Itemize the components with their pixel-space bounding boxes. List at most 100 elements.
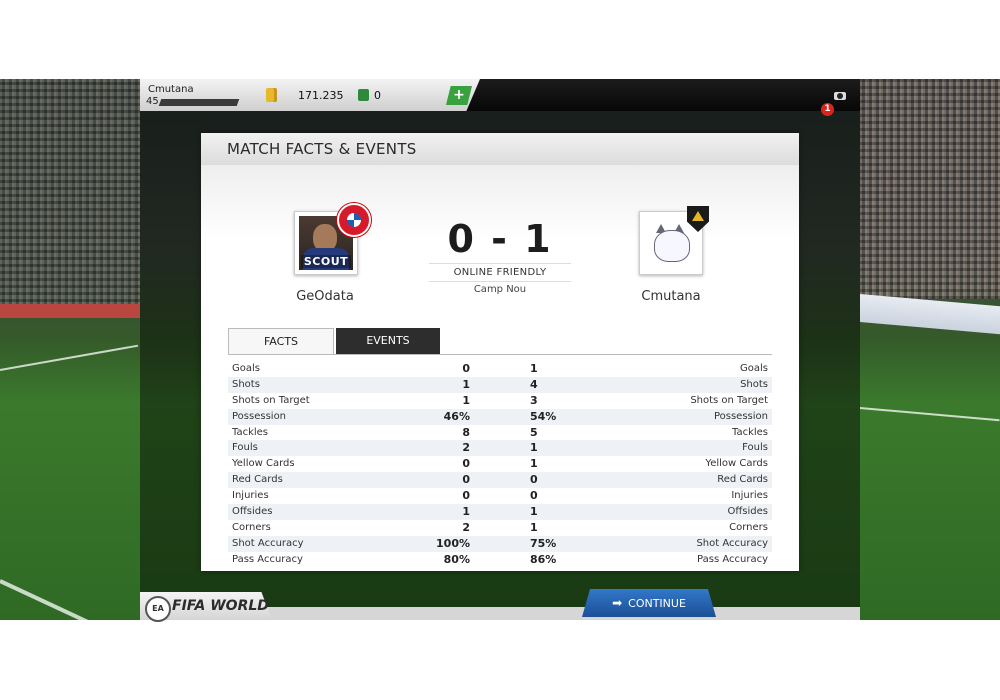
stat-row: Offsides 1 1 Offsides	[228, 504, 772, 520]
points-icon	[358, 89, 369, 101]
stat-label-away: Fouls	[742, 442, 768, 454]
stat-label-away: Shot Accuracy	[696, 537, 768, 549]
stat-label-away: Corners	[729, 521, 768, 533]
stat-value-away: 5	[530, 425, 538, 439]
coins-icon	[266, 88, 277, 102]
stat-label-home: Injuries	[232, 490, 269, 502]
stat-label-away: Offsides	[727, 506, 768, 518]
stat-value-home: 1	[462, 393, 470, 407]
continue-label: CONTINUE	[628, 597, 686, 610]
stat-value-away: 0	[530, 489, 538, 503]
stat-label-home: Yellow Cards	[232, 458, 295, 470]
points-balance: 0	[374, 89, 381, 102]
stat-label-home: Offsides	[232, 506, 273, 518]
stat-value-home: 8	[462, 425, 470, 439]
stat-row: Corners 2 1 Corners	[228, 520, 772, 536]
stat-row: Goals 0 1 Goals	[228, 361, 772, 377]
stat-label-away: Yellow Cards	[705, 458, 768, 470]
stat-value-home: 80%	[443, 552, 470, 566]
tab-facts[interactable]: FACTS	[228, 328, 334, 355]
notification-badge[interactable]: 1	[821, 103, 834, 116]
user-name: Cmutana	[148, 84, 194, 95]
ad-board-right	[860, 294, 1000, 335]
stat-value-home: 2	[462, 441, 470, 455]
pitch-line-corner	[0, 579, 128, 620]
tab-divider	[228, 354, 772, 355]
stat-label-home: Shots on Target	[232, 394, 310, 406]
stat-label-away: Goals	[740, 363, 768, 374]
stat-label-home: Shots	[232, 378, 260, 390]
coins-balance: 171.235	[298, 89, 344, 102]
stat-label-home: Goals	[232, 363, 260, 374]
stat-row: Red Cards 0 0 Red Cards	[228, 472, 772, 489]
stat-row: Possession 46% 54% Possession	[228, 408, 772, 425]
stat-value-away: 4	[530, 377, 538, 391]
stat-row: Fouls 2 1 Fouls	[228, 440, 772, 457]
stat-label-home: Red Cards	[232, 474, 283, 486]
match-type: ONLINE FRIENDLY	[429, 263, 571, 282]
stat-label-away: Red Cards	[717, 474, 768, 486]
scout-label: SCOUT	[301, 255, 351, 268]
match-facts-panel: MATCH FACTS & EVENTS SCOUT GeOdata 0 - 1…	[201, 133, 799, 571]
stat-label-away: Possession	[713, 410, 768, 422]
stat-value-home: 1	[462, 505, 470, 519]
stat-label-home: Tackles	[232, 426, 269, 438]
home-club-crest-icon	[337, 203, 371, 237]
pitch-line-left	[0, 344, 139, 371]
stat-value-away: 3	[530, 393, 538, 407]
stat-value-away: 1	[530, 505, 538, 519]
crowd-right-shade	[860, 79, 1000, 299]
stat-row: Shots on Target 1 3 Shots on Target	[228, 393, 772, 409]
stat-row: Shot Accuracy 100% 75% Shot Accuracy	[228, 535, 772, 552]
continue-button[interactable]: ➡ CONTINUE	[582, 589, 716, 617]
stat-value-away: 1	[530, 520, 538, 534]
xp-progress-bar	[158, 99, 240, 106]
stat-value-home: 46%	[443, 409, 470, 423]
cat-head	[654, 230, 690, 262]
stat-label-home: Fouls	[232, 442, 258, 454]
home-team-name: GeOdata	[296, 289, 354, 304]
ea-sports-logo-icon: EA	[145, 596, 171, 622]
brand-name: FIFA WORLD	[172, 598, 269, 614]
stat-row: Yellow Cards 0 1 Yellow Cards	[228, 456, 772, 472]
stat-value-away: 1	[530, 457, 538, 471]
stat-value-home: 1	[462, 377, 470, 391]
panel-title: MATCH FACTS & EVENTS	[227, 140, 417, 158]
match-venue: Camp Nou	[473, 284, 527, 295]
arrow-right-icon: ➡	[612, 596, 623, 610]
camera-icon[interactable]	[834, 92, 846, 100]
stat-label-home: Shot Accuracy	[232, 537, 304, 549]
panel-header: MATCH FACTS & EVENTS	[201, 133, 799, 165]
stat-label-home: Possession	[232, 410, 287, 422]
stat-value-away: 1	[530, 362, 538, 375]
pitch-line-right	[859, 407, 1000, 422]
stat-value-home: 0	[462, 362, 470, 375]
stat-value-away: 54%	[530, 409, 557, 423]
tab-events[interactable]: EVENTS	[336, 328, 440, 354]
stat-value-home: 2	[462, 520, 470, 534]
stat-row: Shots 1 4 Shots	[228, 376, 772, 393]
stat-value-away: 0	[530, 473, 538, 487]
away-team-name: Cmutana	[641, 289, 701, 304]
stat-label-away: Injuries	[731, 490, 768, 502]
stat-value-home: 0	[462, 457, 470, 471]
stat-value-away: 75%	[530, 536, 557, 550]
stats-table: Goals 0 1 Goals Shots 1 4 Shots Shots on Target 1…	[228, 361, 772, 568]
stat-row: Injuries 0 0 Injuries	[228, 488, 772, 504]
crowd-left-shade	[0, 79, 140, 309]
stat-row: Pass Accuracy 80% 86% Pass Accuracy	[228, 552, 772, 568]
user-level: 45	[146, 96, 159, 107]
stat-label-home: Pass Accuracy	[232, 553, 303, 565]
stat-value-home: 100%	[436, 536, 470, 550]
ad-board-left	[0, 304, 140, 318]
stat-label-home: Corners	[232, 521, 271, 533]
stat-row: Tackles 8 5 Tackles	[228, 425, 772, 441]
stat-label-away: Shots	[740, 378, 768, 390]
stat-value-home: 0	[462, 473, 470, 487]
match-score: 0 - 1	[447, 217, 553, 261]
stat-label-away: Tackles	[731, 426, 768, 438]
stat-label-away: Pass Accuracy	[697, 553, 768, 565]
stat-value-away: 1	[530, 441, 538, 455]
stat-label-away: Shots on Target	[690, 394, 768, 406]
stat-value-away: 86%	[530, 552, 557, 566]
